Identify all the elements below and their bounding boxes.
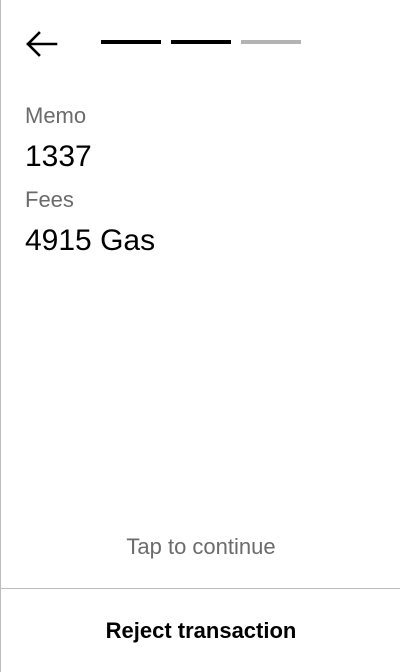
arrow-left-icon [26, 31, 58, 57]
fees-label: Fees [25, 187, 74, 212]
back-button[interactable] [21, 26, 61, 62]
fees-value: 4915 Gas [25, 224, 156, 257]
progress-step-completed [101, 40, 161, 44]
tap-to-continue-hint[interactable]: Tap to continue [1, 533, 400, 561]
progress-step-completed [171, 40, 231, 44]
transaction-review-screen[interactable]: Memo 1337 Fees 4915 Gas Tap to continue … [0, 0, 400, 672]
step-progress-indicator [101, 40, 301, 44]
memo-label: Memo [25, 103, 87, 128]
reject-transaction-button[interactable]: Reject transaction [1, 589, 400, 672]
memo-value: 1337 [25, 140, 92, 173]
progress-step-pending [241, 40, 301, 44]
